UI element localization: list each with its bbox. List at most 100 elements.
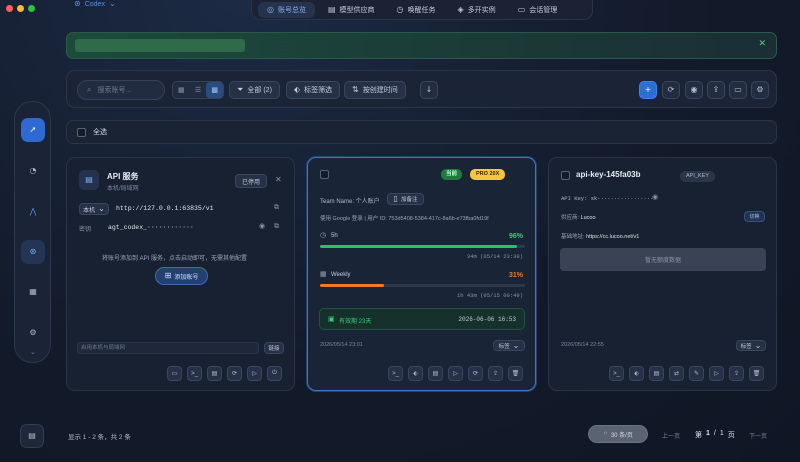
calendar-icon: ▣ (328, 315, 335, 323)
sidebar-item-codex[interactable]: ⊛ (21, 240, 45, 264)
tab-session-management[interactable]: ▭ 会话管理 (509, 2, 567, 18)
page-size-label: 30 条/页 (610, 432, 633, 439)
select-all-label: 全选 (93, 129, 107, 136)
tag-filter-button[interactable]: ⬖ 标签筛选 (286, 81, 341, 99)
base-url: 基础地址: https://cc.lucoo.net/v1 (561, 232, 639, 240)
sidebar-item-settings[interactable]: ⚙ (21, 321, 45, 345)
no-quota-button[interactable]: 暂无额度数据 (560, 248, 766, 271)
lan-link-button[interactable]: 链接 (264, 342, 284, 354)
scope-select[interactable]: 本机 ⌄ (79, 203, 109, 215)
select-all-row[interactable]: 全选 (66, 120, 777, 144)
account-checkbox[interactable] (320, 170, 329, 179)
tab-wakeup-tasks[interactable]: ◷ 唤醒任务 (388, 2, 445, 18)
tag-icon[interactable]: ⬖ (408, 366, 423, 381)
sort-dropdown[interactable]: ⇅ 按创建时间 (344, 81, 406, 99)
folder-icon: ▭ (734, 85, 742, 94)
quota-weekly-label: Weekly (331, 272, 351, 278)
close-window-button[interactable] (6, 5, 13, 12)
tab-model-provider[interactable]: ▤ 模型供应商 (319, 2, 384, 18)
play-icon[interactable]: ▷ (448, 366, 463, 381)
refresh-icon[interactable]: ⟳ (468, 366, 483, 381)
sidebar-item-rocket[interactable]: ➚ (21, 118, 45, 142)
upload-icon[interactable]: ⇪ (488, 366, 503, 381)
copy-icon[interactable]: ⧉ (274, 204, 279, 211)
minimize-window-button[interactable] (17, 5, 24, 12)
switch-provider-button[interactable]: 切换 (744, 211, 765, 222)
tag-filter-label: 标签筛选 (304, 87, 333, 94)
refresh-icon[interactable]: ⟳ (227, 366, 242, 381)
filter-all-dropdown[interactable]: ⏷ 全部 (2) (229, 81, 280, 99)
server-icon: ▤ (327, 4, 336, 14)
chat-icon: ▭ (517, 4, 526, 14)
prev-page-button[interactable]: 上一页 (662, 431, 680, 440)
document-icon[interactable]: ▤ (428, 366, 443, 381)
service-status-button[interactable]: 已停用 (235, 174, 267, 188)
add-account-button[interactable]: ⊞ 添加账号 (155, 267, 208, 285)
tag-icon[interactable]: ⬖ (629, 366, 644, 381)
quota-5h-label: 5h (331, 233, 338, 239)
trash-icon[interactable]: 🗑 (508, 366, 523, 381)
swap-icon[interactable]: ⇄ (669, 366, 684, 381)
plan-badge: PRO 20X (470, 169, 506, 180)
upload-icon[interactable]: ⇪ (729, 366, 744, 381)
sort-icon: ⇅ (352, 85, 359, 94)
page-separator: / (713, 430, 716, 437)
zoom-window-button[interactable] (28, 5, 35, 12)
sidebar-item-apps[interactable]: ▦ (21, 280, 45, 304)
app-selector[interactable]: ⊛ Codex ⌄ (74, 0, 116, 8)
document-icon[interactable]: ▤ (649, 366, 664, 381)
add-account-button[interactable]: + (639, 81, 657, 99)
refresh-button[interactable]: ⟳ (662, 81, 680, 99)
api-key-card: api-key-145fa03b API_KEY API Key: sk-···… (548, 157, 777, 391)
sort-direction-button[interactable]: ↓ (420, 81, 438, 99)
list-view-icon[interactable]: ☰ (190, 82, 207, 98)
app-selector-label: Codex (84, 0, 105, 8)
terminal-icon[interactable]: >_ (187, 366, 202, 381)
toolbar: ⌕ 搜索账号... ▦ ☰ ▩ ⏷ 全部 (2) ⬖ 标签筛选 ⇅ 按创建时间 ↓ +… (66, 70, 777, 108)
chevron-down-icon[interactable]: ⌄ (30, 348, 36, 356)
export-button[interactable]: ⇪ (707, 81, 725, 99)
copy-icon[interactable]: ⧉ (274, 223, 279, 230)
terminal-icon[interactable]: >_ (609, 366, 624, 381)
eye-icon[interactable]: ◉ (652, 194, 658, 201)
tag-select[interactable]: 标签 ⌄ (736, 340, 766, 351)
tab-label: 多开实例 (467, 6, 496, 14)
grid-view-icon[interactable]: ▩ (206, 82, 224, 98)
sidebar-item-dashboard[interactable]: ◔ (21, 159, 45, 183)
visibility-button[interactable]: ◉ (685, 81, 703, 99)
next-page-button[interactable]: 下一页 (749, 431, 767, 440)
add-note-button[interactable]: ▯ 加备注 (387, 193, 424, 205)
logs-button[interactable]: ▤ (20, 424, 44, 448)
account-checkbox[interactable] (561, 171, 570, 180)
close-icon[interactable]: ✕ (275, 176, 282, 184)
sort-label: 按创建时间 (362, 87, 398, 94)
tab-multi-instance[interactable]: ◈ 多开实例 (449, 2, 505, 18)
terminal-icon[interactable]: >_ (388, 366, 403, 381)
tag-select[interactable]: 标签 ⌄ (493, 340, 525, 351)
page-size-select[interactable]: ◦ 30 条/页 (588, 425, 648, 443)
quota-weekly-bar (320, 284, 525, 287)
eye-icon[interactable]: ◉ (259, 223, 265, 230)
target-icon: ◎ (267, 4, 274, 14)
play-icon[interactable]: ▷ (709, 366, 724, 381)
search-input[interactable]: ⌕ 搜索账号... (77, 80, 165, 100)
close-icon[interactable]: ✕ (758, 40, 766, 49)
created-at: 2026/05/14 22:55 (561, 342, 604, 348)
chevron-icon: ◦ (603, 429, 608, 438)
sidebar-item-antigravity[interactable]: ⋀ (21, 200, 45, 224)
lan-input[interactable]: 启用本机与局域网 (77, 342, 259, 354)
play-icon[interactable]: ▷ (247, 366, 262, 381)
table-view-icon[interactable]: ▦ (173, 82, 190, 98)
edit-icon[interactable]: ✎ (689, 366, 704, 381)
trash-icon[interactable]: 🗑 (749, 366, 764, 381)
settings-button[interactable]: ⚙ (751, 81, 769, 99)
folder-button[interactable]: ▭ (729, 81, 747, 99)
folder-icon[interactable]: ▭ (167, 366, 182, 381)
select-all-checkbox[interactable] (77, 127, 86, 137)
card-actions: >_ ⬖ ▤ ⇄ ✎ ▷ ⇪ 🗑 (609, 366, 764, 381)
service-url: http://127.0.0.1:63835/v1 (116, 205, 214, 212)
openai-icon: ⊛ (29, 247, 37, 256)
database-icon[interactable]: ▤ (207, 366, 222, 381)
power-icon[interactable]: ⏻ (267, 366, 282, 381)
tab-account-overview[interactable]: ◎ 账号总览 (258, 1, 315, 18)
